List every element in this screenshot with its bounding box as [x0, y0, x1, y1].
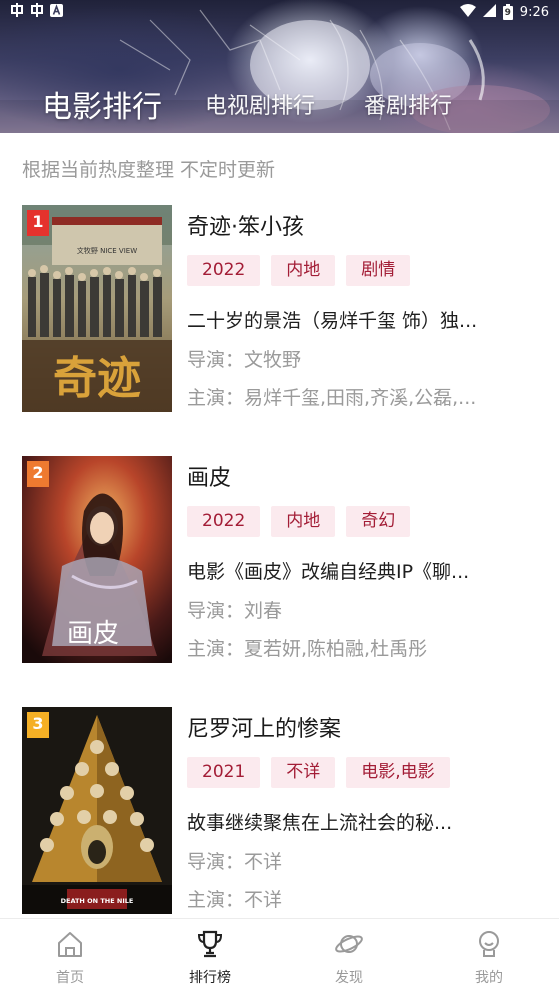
app-root: 9 9:26 电影排行 电视剧排行 番剧排行 根据当前热度整理 不定时更新 文牧… [0, 0, 559, 993]
poster-logo-text: 画皮 [67, 619, 119, 649]
nav-ranking[interactable]: 排行榜 [140, 919, 280, 993]
list-item[interactable]: 文牧野 NICE VIEW 奇迹 1 奇迹·笨小孩 2022 内地 剧情 二十岁… [0, 205, 559, 413]
poster-caption: DEATH ON THE NILE [61, 897, 134, 905]
year-tag: 2022 [187, 506, 261, 537]
movie-poster: 画皮 2 [22, 456, 172, 663]
rank-badge: 1 [27, 210, 49, 236]
poster-caption: 文牧野 NICE VIEW [77, 246, 137, 255]
region-tag: 内地 [271, 506, 336, 537]
genre-tag: 剧情 [346, 255, 411, 286]
clock: 9:26 [519, 4, 549, 20]
year-tag: 2022 [187, 255, 261, 286]
tab-tv-ranking[interactable]: 电视剧排行 [205, 88, 315, 120]
movie-director: 导演：刘春 [187, 600, 283, 622]
nav-label: 首页 [56, 970, 84, 986]
nav-label: 排行榜 [189, 970, 231, 986]
profile-icon [474, 929, 504, 959]
movie-description: 故事继续聚焦在上流社会的秘... [187, 812, 453, 834]
category-tabs: 电影排行 电视剧排行 番剧排行 [0, 78, 559, 128]
tab-movie-ranking[interactable]: 电影排行 [42, 82, 162, 126]
tag-list: 2021 不详 电影,电影 [187, 757, 450, 788]
battery-level: 9 [504, 8, 511, 18]
movie-title: 画皮 [187, 466, 232, 491]
region-tag: 不详 [271, 757, 336, 788]
rank-badge: 2 [27, 461, 49, 487]
movie-poster: 文牧野 NICE VIEW 奇迹 1 [22, 205, 172, 412]
nav-label: 我的 [475, 970, 503, 986]
movie-description: 二十岁的景浩（易烊千玺 饰）独... [187, 310, 478, 332]
movie-poster: DEATH ON THE NILE 3 [22, 707, 172, 914]
tag-list: 2022 内地 剧情 [187, 255, 411, 286]
movie-actors: 主演：夏若妍,陈柏融,杜禹彤 [187, 638, 428, 660]
planet-icon [334, 929, 364, 959]
signal-icon [482, 3, 496, 21]
nav-label: 发现 [335, 970, 363, 986]
genre-tag: 电影,电影 [346, 757, 450, 788]
movie-title: 奇迹·笨小孩 [187, 215, 304, 240]
movie-description: 电影《画皮》改编自经典IP《聊... [187, 561, 470, 583]
battery-icon: 9 [502, 4, 513, 20]
tag-list: 2022 内地 奇幻 [187, 506, 411, 537]
a-icon [50, 3, 63, 21]
wifi-icon [459, 3, 476, 21]
header-banner: 9 9:26 电影排行 电视剧排行 番剧排行 [0, 0, 559, 133]
trophy-icon [195, 929, 225, 959]
movie-director: 导演：文牧野 [187, 349, 302, 371]
movie-director: 导演：不详 [187, 851, 283, 873]
movie-actors: 主演：易烊千玺,田雨,齐溪,公磊,... [187, 387, 477, 409]
ranking-subtitle: 根据当前热度整理 不定时更新 [22, 159, 276, 181]
status-bar: 9 9:26 [0, 0, 559, 24]
genre-tag: 奇幻 [346, 506, 411, 537]
rank-badge: 3 [27, 712, 49, 738]
app-notification-icon [30, 3, 44, 21]
list-item[interactable]: DEATH ON THE NILE 3 尼罗河上的惨案 2021 不详 电影,电… [0, 707, 559, 915]
app-notification-icon [10, 3, 24, 21]
poster-logo-text: 奇迹 [53, 353, 141, 404]
nav-home[interactable]: 首页 [0, 919, 140, 993]
year-tag: 2021 [187, 757, 261, 788]
movie-title: 尼罗河上的惨案 [187, 717, 342, 742]
nav-mine[interactable]: 我的 [419, 919, 559, 993]
list-item[interactable]: 画皮 2 画皮 2022 内地 奇幻 电影《画皮》改编自经典IP《聊... 导演… [0, 456, 559, 664]
nav-discover[interactable]: 发现 [279, 919, 419, 993]
tab-anime-ranking[interactable]: 番剧排行 [364, 88, 452, 120]
region-tag: 内地 [271, 255, 336, 286]
movie-actors: 主演：不详 [187, 889, 283, 911]
home-icon [55, 929, 85, 959]
bottom-nav: 首页 排行榜 发现 我的 [0, 918, 559, 993]
